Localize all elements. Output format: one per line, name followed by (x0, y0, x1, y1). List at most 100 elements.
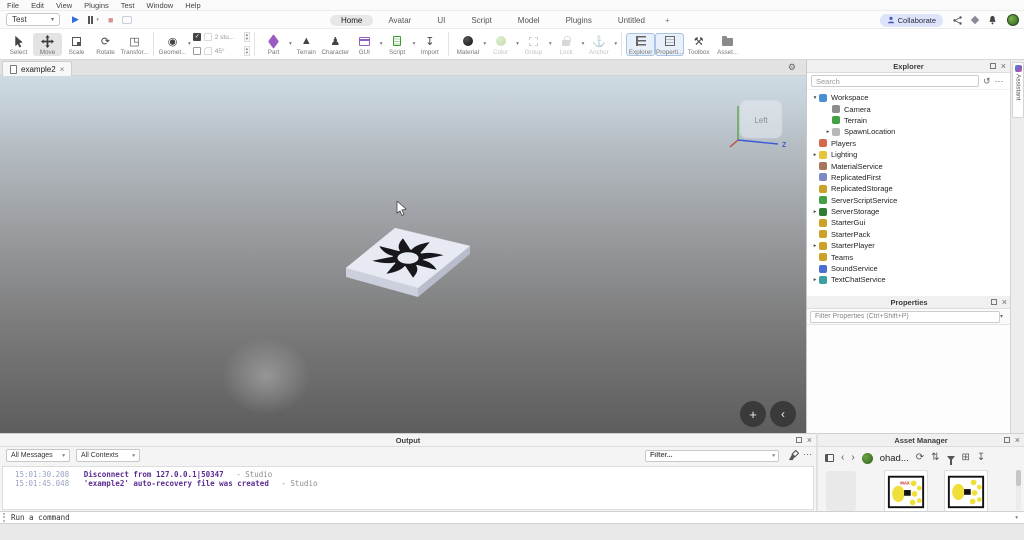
insert-part-button[interactable]: Part (259, 33, 288, 56)
asset-manager-panel-button[interactable]: Asset... (713, 33, 742, 56)
gui-button[interactable]: GUI (350, 33, 379, 56)
output-more-icon[interactable]: ⋯ (803, 449, 812, 460)
script-button[interactable]: Script (383, 33, 412, 56)
client-server-toggle-icon[interactable] (122, 16, 132, 24)
float-panel-icon[interactable] (1004, 437, 1010, 443)
explorer-item-serverstorage[interactable]: ▸ServerStorage (807, 206, 1011, 217)
expand-arrow-icon[interactable]: ▸ (811, 152, 819, 158)
sidebar-toggle-icon[interactable] (825, 454, 834, 462)
view-cube[interactable]: Left Z (722, 94, 794, 154)
chevron-down-icon[interactable]: ▾ (1000, 313, 1003, 320)
asset-thumbnail[interactable]: MAX (884, 470, 928, 512)
close-panel-icon[interactable]: × (1002, 298, 1007, 306)
explorer-item-spawnlocation[interactable]: ▸SpawnLocation (807, 126, 1011, 137)
forward-icon[interactable]: › (851, 453, 854, 463)
anchor-dropdown-icon[interactable]: ▾ (614, 41, 617, 47)
expand-arrow-icon[interactable]: ▸ (824, 129, 832, 135)
tab-home[interactable]: Home (330, 15, 373, 26)
pause-button[interactable] (88, 16, 94, 24)
assistant-tab[interactable]: Assistant (1012, 62, 1024, 118)
snap-rotate-value[interactable]: 45° (215, 48, 241, 55)
grid-view-icon[interactable]: ⊞ (962, 453, 970, 463)
expand-arrow-icon[interactable]: ▾ (811, 95, 819, 101)
user-avatar[interactable] (1007, 14, 1019, 26)
collaborate-button[interactable]: Collaborate (880, 14, 943, 27)
toolbox-panel-button[interactable]: ⚒ Toolbox (684, 33, 713, 56)
explorer-item-camera[interactable]: Camera (807, 103, 1011, 114)
explorer-item-players[interactable]: Players (807, 138, 1011, 149)
explorer-panel-button[interactable]: Explorer (626, 33, 655, 56)
asset-thumbnail[interactable] (944, 470, 988, 512)
new-tab-button[interactable]: + (660, 15, 675, 26)
snap-rotate-checkbox[interactable] (193, 47, 201, 55)
scale-tool-button[interactable]: Scale (62, 33, 91, 56)
explorer-item-teams[interactable]: Teams (807, 251, 1011, 262)
close-panel-icon[interactable]: × (807, 436, 812, 444)
refresh-icon[interactable]: ⟳ (916, 453, 924, 463)
lock-button[interactable]: Lock (552, 33, 581, 56)
tab-model[interactable]: Model (507, 15, 551, 26)
explorer-item-lighting[interactable]: ▸Lighting (807, 149, 1011, 160)
explorer-item-replicatedstorage[interactable]: ReplicatedStorage (807, 183, 1011, 194)
output-header[interactable]: Output × (0, 434, 816, 447)
notifications-bell-icon[interactable] (988, 15, 997, 25)
explorer-item-soundservice[interactable]: SoundService (807, 263, 1011, 274)
expand-arrow-icon[interactable]: ▸ (811, 277, 819, 283)
output-filter-input[interactable] (645, 450, 779, 462)
menu-item-file[interactable]: File (7, 1, 19, 10)
explorer-item-terrain[interactable]: Terrain (807, 115, 1011, 126)
tab-avatar[interactable]: Avatar (377, 15, 422, 26)
pause-dropdown-icon[interactable]: ▾ (96, 17, 99, 23)
search-history-icon[interactable]: ↺ (983, 76, 991, 87)
test-mode-selector[interactable]: Test ▾ (6, 13, 60, 26)
asset-thumbnail-empty[interactable] (826, 471, 856, 511)
color-button[interactable]: Color (486, 33, 515, 56)
explorer-item-materialservice[interactable]: MaterialService (807, 160, 1011, 171)
bulk-import-icon[interactable]: ↧ (977, 453, 985, 463)
snap-rotate-stepper[interactable]: ▴▾ (244, 46, 250, 56)
explorer-item-workspace[interactable]: ▾Workspace (807, 92, 1011, 103)
viewport-3d[interactable]: Left Z + ‹ (0, 76, 806, 433)
share-icon[interactable] (953, 16, 962, 25)
expand-arrow-icon[interactable]: ▸ (811, 243, 819, 249)
anchor-button[interactable]: ⚓ Anchor (584, 33, 613, 56)
document-tab-example2[interactable]: example2 × (2, 61, 72, 76)
asset-user-name[interactable]: ohad... (880, 453, 909, 464)
output-log[interactable]: 15:01:30.208 Disconnect from 127.0.0.1|5… (2, 466, 814, 510)
menu-item-help[interactable]: Help (185, 1, 200, 10)
transform-tool-button[interactable]: ◳ Transfor... (120, 33, 149, 56)
snap-move-value[interactable]: 2 stu... (215, 34, 241, 41)
tab-plugins[interactable]: Plugins (555, 15, 603, 26)
move-tool-button[interactable]: Move (33, 33, 62, 56)
expand-arrow-icon[interactable]: ▸ (811, 209, 819, 215)
float-panel-icon[interactable] (991, 299, 997, 305)
float-panel-icon[interactable] (990, 63, 996, 69)
viewport-collapse-button[interactable]: ‹ (770, 401, 796, 427)
explorer-search-input[interactable] (811, 75, 979, 87)
chevron-down-icon[interactable]: ▾ (1015, 515, 1018, 521)
ai-sparkle-icon[interactable] (972, 17, 978, 23)
snap-move-stepper[interactable]: ▴▾ (244, 32, 250, 42)
menu-item-plugins[interactable]: Plugins (84, 1, 109, 10)
chevron-down-icon[interactable]: ▾ (772, 453, 775, 459)
rotate-tool-button[interactable]: ⟳ Rotate (91, 33, 120, 56)
viewport-settings-gear-icon[interactable]: ⚙ (788, 62, 796, 73)
geometric-dropdown-icon[interactable]: ▾ (188, 41, 191, 47)
explorer-item-serverscriptservice[interactable]: ServerScriptService (807, 195, 1011, 206)
explorer-item-starterplayer[interactable]: ▸StarterPlayer (807, 240, 1011, 251)
character-button[interactable]: ♟ Character (321, 33, 350, 56)
properties-header[interactable]: Properties × (807, 296, 1011, 309)
filter-funnel-icon[interactable] (947, 456, 955, 461)
asset-manager-header[interactable]: Asset Manager × (818, 434, 1024, 447)
viewport-zoom-in-button[interactable]: + (740, 401, 766, 427)
sort-icon[interactable]: ⇅ (931, 453, 939, 463)
scrollbar[interactable] (1016, 470, 1021, 510)
tab-untitled[interactable]: Untitled (607, 15, 656, 26)
menu-item-test[interactable]: Test (121, 1, 135, 10)
menu-item-edit[interactable]: Edit (31, 1, 44, 10)
geometric-mode-button[interactable]: ◉ Geomet... (158, 33, 187, 56)
properties-panel-button[interactable]: Properti... (655, 33, 684, 56)
explorer-item-replicatedfirst[interactable]: ReplicatedFirst (807, 172, 1011, 183)
spawn-platform[interactable] (340, 224, 474, 302)
back-icon[interactable]: ‹ (841, 453, 844, 463)
